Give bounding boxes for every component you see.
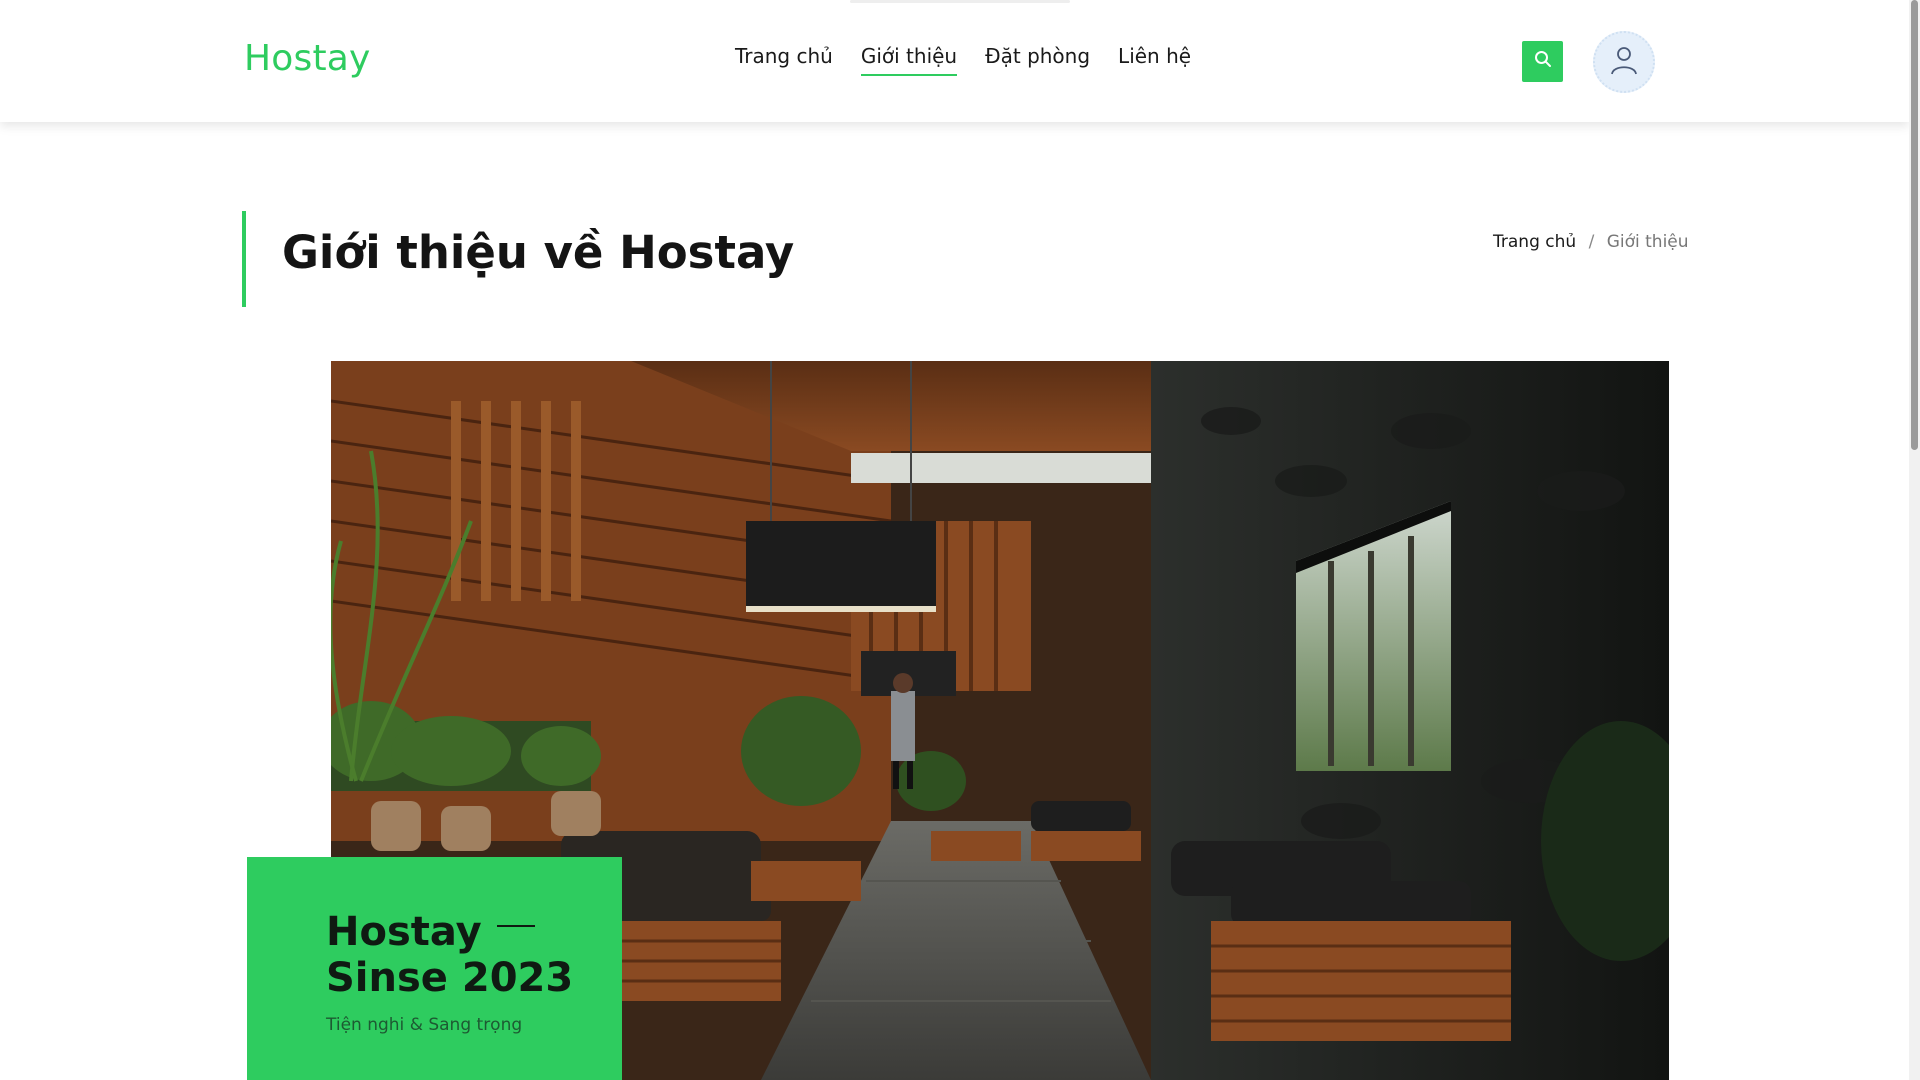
badge-title-line1: Hostay: [326, 909, 482, 955]
scrollbar-thumb[interactable]: [1911, 0, 1918, 450]
nav-item-booking[interactable]: Đặt phòng: [985, 44, 1090, 76]
nav-item-contact[interactable]: Liên hệ: [1118, 44, 1191, 76]
site-header: Hostay Trang chủ Giới thiệu Đặt phòng Li…: [0, 0, 1909, 122]
user-icon: [1607, 43, 1641, 82]
badge-title-line2: Sinse 2023: [326, 955, 574, 1001]
header-top-indicator: [850, 0, 1070, 3]
nav-item-about[interactable]: Giới thiệu: [860, 44, 958, 76]
nav-item-home[interactable]: Trang chủ: [735, 44, 833, 76]
breadcrumb-separator: /: [1588, 232, 1595, 252]
breadcrumb-home-link[interactable]: Trang chủ: [1493, 232, 1576, 252]
breadcrumb: Trang chủ / Giới thiệu: [1493, 232, 1689, 252]
main-nav: Trang chủ Giới thiệu Đặt phòng Liên hệ: [735, 44, 1219, 76]
badge-dash-decoration: [497, 925, 535, 927]
page-scrollbar[interactable]: [1909, 0, 1920, 1080]
badge-title: Hostay Sinse 2023: [326, 909, 573, 1001]
title-accent-bar: [242, 211, 246, 307]
page-root: Hostay Trang chủ Giới thiệu Đặt phòng Li…: [0, 0, 1920, 1080]
user-avatar-button[interactable]: [1593, 31, 1655, 93]
search-button[interactable]: [1522, 41, 1563, 82]
since-badge: Hostay Sinse 2023 Tiện nghi & Sang trọng: [247, 857, 622, 1080]
badge-subtitle: Tiện nghi & Sang trọng: [326, 1015, 523, 1035]
site-logo[interactable]: Hostay: [244, 38, 371, 79]
page-title: Giới thiệu về Hostay: [282, 226, 795, 279]
breadcrumb-current: Giới thiệu: [1606, 232, 1689, 252]
search-icon: [1534, 50, 1552, 73]
